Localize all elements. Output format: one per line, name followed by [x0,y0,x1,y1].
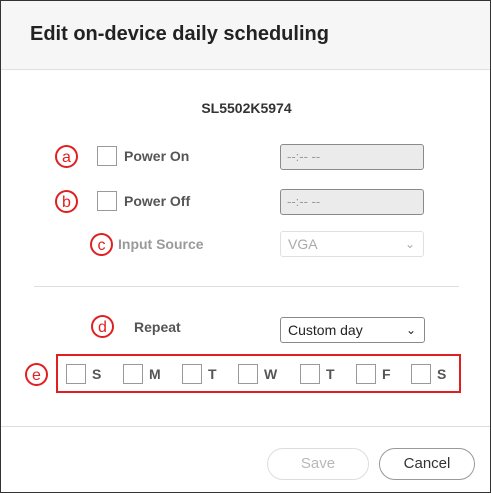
repeat-select[interactable]: Custom day ⌄ [280,317,425,343]
save-button[interactable]: Save [267,448,369,480]
cancel-button[interactable]: Cancel [379,448,475,480]
day-tuesday[interactable]: T [182,364,217,384]
input-source-label: Input Source [118,236,204,252]
day-label: M [149,366,161,382]
day-thursday[interactable]: T [300,364,335,384]
day-monday[interactable]: M [123,364,161,384]
footer-divider [1,426,490,427]
day-checkbox[interactable] [300,364,320,384]
repeat-value: Custom day [288,322,363,338]
day-checkbox[interactable] [356,364,376,384]
day-saturday[interactable]: S [411,364,446,384]
day-checkbox[interactable] [182,364,202,384]
repeat-label: Repeat [134,319,181,335]
schedule-dialog: Edit on-device daily scheduling SL5502K5… [0,0,491,493]
annotation-badge-a: a [55,145,78,168]
day-checkbox[interactable] [123,364,143,384]
chevron-down-icon: ⌄ [404,237,415,251]
day-label: W [264,366,278,382]
day-checkbox[interactable] [238,364,258,384]
day-sunday[interactable]: S [66,364,101,384]
power-off-time-input[interactable]: --:-- -- [280,189,424,215]
day-label: T [326,366,335,382]
dialog-header: Edit on-device daily scheduling [1,1,490,70]
annotation-badge-e: e [25,363,48,386]
power-off-checkbox[interactable] [97,191,117,211]
power-on-checkbox[interactable] [97,146,117,166]
day-label: T [208,366,217,382]
power-off-label: Power Off [124,193,191,209]
dialog-title: Edit on-device daily scheduling [30,23,329,45]
input-source-select[interactable]: VGA ⌄ [280,231,424,257]
power-on-time-input[interactable]: --:-- -- [280,144,424,170]
power-on-label: Power On [124,148,190,164]
day-friday[interactable]: F [356,364,391,384]
chevron-down-icon: ⌄ [405,323,416,337]
day-checkbox[interactable] [66,364,86,384]
day-label: F [382,366,391,382]
annotation-badge-c: c [90,233,113,256]
annotation-badge-d: d [91,315,114,338]
section-divider [34,286,459,287]
annotation-badge-b: b [55,190,78,213]
day-label: S [437,366,447,382]
input-source-value: VGA [288,236,318,252]
day-label: S [92,366,102,382]
device-name: SL5502K5974 [201,100,292,116]
day-checkbox[interactable] [411,364,431,384]
days-of-week-group: S M T W T F S [56,354,461,393]
day-wednesday[interactable]: W [238,364,277,384]
